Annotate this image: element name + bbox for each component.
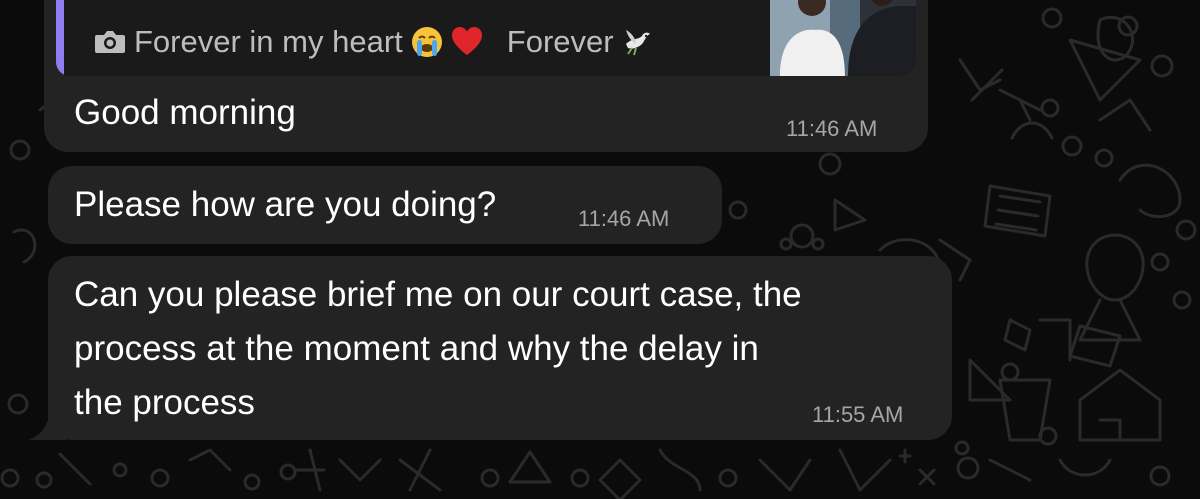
camera-icon [95, 31, 125, 53]
message-text-line: process at the moment and why the delay … [74, 329, 759, 368]
quoted-caption-suffix: Forever [506, 24, 614, 59]
dove-emoji [625, 30, 650, 56]
quoted-caption-text: Forever in my heart [134, 24, 403, 59]
quote-accent-bar [56, 0, 64, 76]
message-text: Please how are you doing? [74, 185, 497, 224]
message-bubble-incoming[interactable]: Please how are you doing? 11:46 AM [48, 166, 722, 244]
red-heart-emoji [451, 27, 482, 55]
message-bubble-incoming[interactable]: Forever in my heart Forever Good morning… [44, 0, 928, 152]
message-timestamp: 11:46 AM [578, 206, 670, 231]
message-timestamp: 11:55 AM [812, 402, 904, 427]
message-text-line: the process [74, 383, 255, 422]
quoted-photo-thumbnail[interactable] [770, 0, 916, 76]
message-bubble-incoming[interactable]: Can you please brief me on our court cas… [48, 256, 952, 440]
message-text: Good morning [74, 93, 296, 132]
message-timestamp: 11:46 AM [786, 116, 878, 141]
photo-image [770, 0, 916, 76]
quoted-reply[interactable]: Forever in my heart Forever [56, 0, 916, 76]
crying-face-emoji [411, 27, 442, 57]
quoted-media-caption: Forever in my heart Forever [94, 18, 654, 66]
message-text-line: Can you please brief me on our court cas… [74, 275, 802, 314]
